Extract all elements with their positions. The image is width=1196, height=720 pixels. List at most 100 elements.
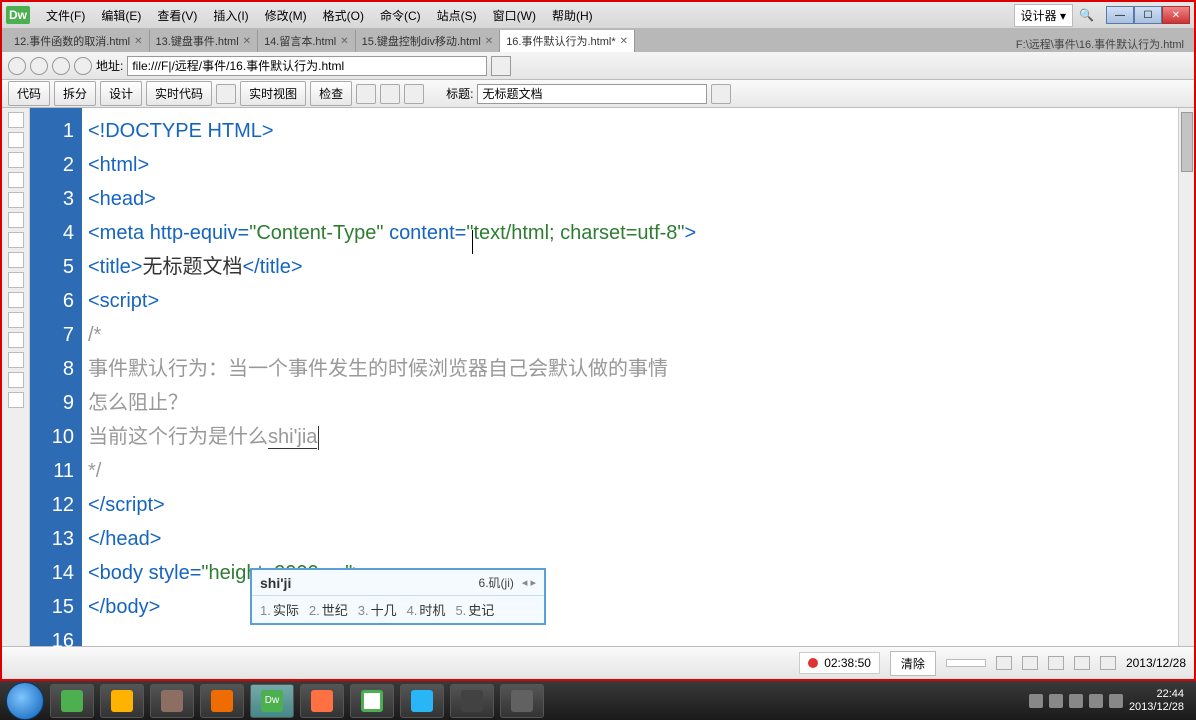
code-line[interactable]: <!DOCTYPE HTML>	[88, 114, 1178, 148]
taskbar-app[interactable]	[200, 684, 244, 718]
tool-icon[interactable]	[8, 272, 24, 288]
status-icon[interactable]	[1048, 656, 1064, 670]
tool-icon[interactable]	[8, 112, 24, 128]
taskbar-app-chrome[interactable]	[350, 684, 394, 718]
code-line[interactable]: <head>	[88, 182, 1178, 216]
status-icon[interactable]	[1100, 656, 1116, 670]
recording-indicator[interactable]: 02:38:50	[799, 652, 880, 674]
live-code-button[interactable]: 实时代码	[146, 81, 212, 106]
maximize-button[interactable]: ☐	[1134, 6, 1162, 24]
options-icon[interactable]	[216, 84, 236, 104]
vertical-scrollbar[interactable]	[1178, 108, 1194, 646]
tab-close-icon[interactable]: ✕	[134, 36, 142, 47]
tab-close-icon[interactable]: ✕	[620, 36, 628, 47]
code-line[interactable]: 怎么阻止？	[88, 386, 1178, 420]
tray-icon[interactable]	[1029, 694, 1043, 708]
refresh-icon[interactable]	[380, 84, 400, 104]
taskbar-clock[interactable]: 22:44 2013/12/28	[1129, 688, 1184, 714]
taskbar-app[interactable]	[50, 684, 94, 718]
globe-icon[interactable]	[356, 84, 376, 104]
code-line[interactable]: */	[88, 454, 1178, 488]
code-line[interactable]: /*	[88, 318, 1178, 352]
code-line[interactable]: <title>无标题文档</title>	[88, 250, 1178, 284]
address-input[interactable]	[127, 56, 487, 76]
start-button[interactable]	[6, 682, 44, 720]
title-input[interactable]	[477, 84, 707, 104]
code-line[interactable]: </script>	[88, 488, 1178, 522]
minimize-button[interactable]: —	[1106, 6, 1134, 24]
code-line[interactable]: <html>	[88, 148, 1178, 182]
ime-candidate[interactable]: 5.史记	[455, 600, 494, 619]
address-go-icon[interactable]	[491, 56, 511, 76]
tool-icon[interactable]	[8, 132, 24, 148]
status-button[interactable]	[946, 659, 986, 667]
tab-close-icon[interactable]: ✕	[243, 36, 251, 47]
tool-icon[interactable]	[8, 372, 24, 388]
layout-dropdown[interactable]: 设计器 ▾	[1014, 4, 1073, 27]
nav-forward-icon[interactable]	[30, 57, 48, 75]
ime-candidate[interactable]: 1.实际	[260, 600, 299, 619]
nav-home-icon[interactable]	[74, 57, 92, 75]
menu-item[interactable]: 窗口(W)	[485, 5, 544, 26]
menu-item[interactable]: 修改(M)	[257, 5, 315, 26]
menu-item[interactable]: 站点(S)	[429, 5, 485, 26]
tray-icon[interactable]	[1089, 694, 1103, 708]
title-options-icon[interactable]	[711, 84, 731, 104]
code-line[interactable]: 事件默认行为：当一个事件发生的时候浏览器自己会默认做的事情	[88, 352, 1178, 386]
tool-icon[interactable]	[8, 232, 24, 248]
menu-item[interactable]: 编辑(E)	[93, 5, 149, 26]
taskbar-app[interactable]	[150, 684, 194, 718]
split-view-button[interactable]: 拆分	[54, 81, 96, 106]
ime-candidate[interactable]: 2.世纪	[309, 600, 348, 619]
reload-icon[interactable]	[404, 84, 424, 104]
scrollbar-thumb[interactable]	[1181, 112, 1193, 172]
tool-icon[interactable]	[8, 172, 24, 188]
tool-icon[interactable]	[8, 292, 24, 308]
taskbar-app[interactable]	[100, 684, 144, 718]
document-tab[interactable]: 16.事件默认行为.html*✕	[500, 30, 635, 52]
taskbar-app-firefox[interactable]	[300, 684, 344, 718]
taskbar-app-dreamweaver[interactable]: Dw	[250, 684, 294, 718]
live-view-button[interactable]: 实时视图	[240, 81, 306, 106]
menu-item[interactable]: 文件(F)	[38, 5, 93, 26]
inspect-button[interactable]: 检查	[310, 81, 352, 106]
menu-item[interactable]: 格式(O)	[315, 5, 372, 26]
menu-item[interactable]: 帮助(H)	[544, 5, 601, 26]
tray-icon[interactable]	[1109, 694, 1123, 708]
code-line[interactable]: </head>	[88, 522, 1178, 556]
status-icon[interactable]	[1022, 656, 1038, 670]
search-icon[interactable]: 🔍	[1079, 8, 1094, 22]
tool-icon[interactable]	[8, 212, 24, 228]
tab-close-icon[interactable]: ✕	[340, 36, 348, 47]
menu-item[interactable]: 命令(C)	[372, 5, 429, 26]
menu-item[interactable]: 插入(I)	[205, 5, 256, 26]
document-tab[interactable]: 15.键盘控制div移动.html✕	[356, 30, 501, 52]
tool-icon[interactable]	[8, 312, 24, 328]
ime-candidate[interactable]: 4.时机	[407, 600, 446, 619]
tray-icon[interactable]	[1049, 694, 1063, 708]
code-area[interactable]: <!DOCTYPE HTML><html><head><meta http-eq…	[82, 108, 1178, 646]
taskbar-app-ie[interactable]	[400, 684, 444, 718]
tool-icon[interactable]	[8, 392, 24, 408]
tool-icon[interactable]	[8, 352, 24, 368]
tray-icon[interactable]	[1069, 694, 1083, 708]
code-line[interactable]: 当前这个行为是什么shi'jia	[88, 420, 1178, 454]
close-button[interactable]: ✕	[1162, 6, 1190, 24]
document-tab[interactable]: 13.键盘事件.html✕	[150, 30, 259, 52]
status-icon[interactable]	[996, 656, 1012, 670]
ime-page-arrows[interactable]: ◂ ▸	[522, 576, 536, 589]
status-icon[interactable]	[1074, 656, 1090, 670]
tool-icon[interactable]	[8, 192, 24, 208]
code-line[interactable]: <script>	[88, 284, 1178, 318]
tool-icon[interactable]	[8, 152, 24, 168]
taskbar-app[interactable]	[450, 684, 494, 718]
document-tab[interactable]: 12.事件函数的取消.html✕	[8, 30, 150, 52]
taskbar-app[interactable]	[500, 684, 544, 718]
tool-icon[interactable]	[8, 252, 24, 268]
menu-item[interactable]: 查看(V)	[149, 5, 205, 26]
document-tab[interactable]: 14.留言本.html✕	[258, 30, 356, 52]
nav-back-icon[interactable]	[8, 57, 26, 75]
code-line[interactable]: <meta http-equiv="Content-Type" content=…	[88, 216, 1178, 250]
tab-close-icon[interactable]: ✕	[485, 36, 493, 47]
design-view-button[interactable]: 设计	[100, 81, 142, 106]
